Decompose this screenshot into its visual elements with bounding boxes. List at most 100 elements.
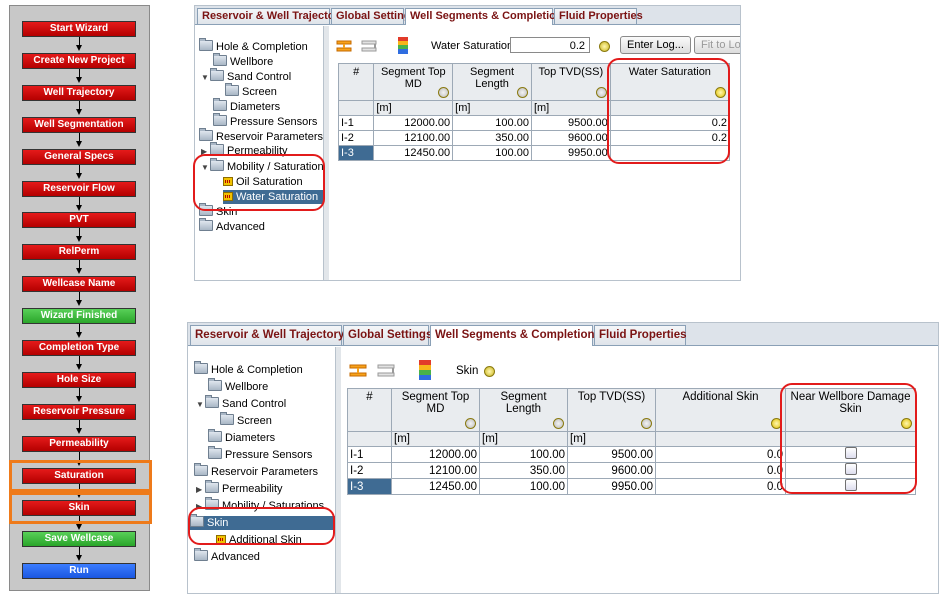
tree-node-reservoir-parameters[interactable]: Reservoir Parameters [194,463,318,479]
tree-node-wellbore[interactable]: Wellbore [213,53,273,69]
cell-segment-top-md[interactable]: 12100.00 [391,462,480,479]
info-icon[interactable] [438,87,450,98]
tree-node-pressure-sensors[interactable]: Pressure Sensors [213,113,317,129]
tab-well-segments-completions[interactable]: Well Segments & Completions [430,325,601,346]
highlight-tree-mobility [193,154,325,211]
column-header-row-number[interactable]: # [337,63,375,101]
column-header-segment-top-md[interactable]: Segment Top MD [391,388,480,432]
tree-node-diameters[interactable]: Diameters [213,98,280,114]
wizard-step-create-new-project[interactable]: Create New Project [22,52,136,69]
tree-node-diameters[interactable]: Diameters [208,429,275,445]
cell-top-tvd-ss[interactable]: 9950.00 [530,145,611,161]
enter-log-button[interactable]: Enter Log... [620,36,691,54]
cell-top-tvd-ss[interactable]: 9500.00 [530,115,611,131]
cell-top-tvd-ss[interactable]: 9600.00 [530,130,611,146]
collapse-arrow-icon[interactable]: ▶ [196,483,205,497]
tree-node-screen[interactable]: Screen [225,83,277,99]
cell-segment-length[interactable]: 350.00 [479,462,568,479]
info-icon[interactable] [516,87,528,98]
wizard-step-wizard-finished[interactable]: Wizard Finished [22,308,136,325]
color-scale-icon[interactable] [418,359,432,381]
wizard-step-wellcase-name[interactable]: Wellcase Name [22,276,136,293]
info-icon[interactable] [553,418,564,429]
tab-global-settings[interactable]: Global Settings [343,325,432,345]
cell-segment-top-md[interactable]: 12100.00 [373,130,454,146]
tree-node-advanced[interactable]: Advanced [194,548,260,564]
expand-arrow-icon[interactable]: ▼ [201,71,210,85]
info-icon[interactable] [641,418,652,429]
delete-row-icon[interactable] [360,38,382,54]
cell-segment-top-md[interactable]: 12450.00 [391,478,480,495]
cell-additional-skin[interactable]: 0.0 [655,478,786,495]
wizard-step-permeability[interactable]: Permeability [22,435,136,452]
tree-node-hole-completion[interactable]: Hole & Completion [194,361,303,377]
folder-icon [208,378,222,391]
unit-cell: [m] [391,431,480,447]
cell-additional-skin[interactable]: 0.0 [655,446,786,463]
column-header-top-tvd-ss[interactable]: Top TVD(SS) [530,63,611,101]
cell-segment-top-md[interactable]: 12000.00 [391,446,480,463]
tree-node-hole-completion[interactable]: Hole & Completion [199,38,308,54]
wizard-step-save-wellcase[interactable]: Save Wellcase [22,531,136,548]
cell-segment-top-md[interactable]: 12450.00 [373,145,454,161]
info-icon[interactable] [484,366,495,377]
info-icon[interactable] [599,41,610,52]
water-saturation-input[interactable]: 0.2 [510,37,590,53]
tree-node-wellbore[interactable]: Wellbore [208,378,268,394]
insert-row-icon[interactable] [348,362,372,380]
row-id-cell: I-1 [337,115,375,131]
tree-scrollbar[interactable] [335,347,341,593]
column-header-segment-length[interactable]: Segment Length [452,63,532,101]
tree-node-sand-control[interactable]: ▼ Sand Control [201,68,291,85]
cell-segment-length[interactable]: 100.00 [452,145,532,161]
column-header-segment-top-md[interactable]: Segment Top MD [373,63,454,101]
wizard-step-well-segmentation[interactable]: Well Segmentation [22,116,136,133]
tree-node-reservoir-parameters[interactable]: Reservoir Parameters [199,128,323,144]
wizard-step-run[interactable]: Run [22,563,136,580]
insert-row-icon[interactable] [335,38,357,54]
unit-cell: [m] [452,100,532,116]
folder-icon [210,68,224,81]
tab-reservoir-well-trajectory[interactable]: Reservoir & Well Trajectory [190,325,344,345]
cell-segment-top-md[interactable]: 12000.00 [373,115,454,131]
tab-reservoir-well-trajectory[interactable]: Reservoir & Well Trajectory [197,8,345,24]
cell-segment-length[interactable]: 100.00 [479,478,568,495]
column-header-segment-length[interactable]: Segment Length [479,388,568,432]
tab-global-settings[interactable]: Global Settings [331,8,417,24]
cell-additional-skin[interactable]: 0.0 [655,462,786,479]
wizard-step-relperm[interactable]: RelPerm [22,244,136,261]
tree-node-permeability[interactable]: ▶ Permeability [196,480,283,497]
column-header-row-number[interactable]: # [347,388,392,432]
column-header-additional-skin[interactable]: Additional Skin [655,388,786,432]
tree-scrollbar[interactable] [323,26,329,280]
cell-top-tvd-ss[interactable]: 9600.00 [567,462,656,479]
info-icon[interactable] [465,418,476,429]
tab-fluid-properties[interactable]: Fluid Properties [594,325,687,345]
wizard-step-completion-type[interactable]: Completion Type [22,340,136,356]
info-icon[interactable] [595,87,607,98]
cell-segment-length[interactable]: 350.00 [452,130,532,146]
column-header-label: # [366,391,373,403]
column-header-top-tvd-ss[interactable]: Top TVD(SS) [567,388,656,432]
wizard-step-well-trajectory[interactable]: Well Trajectory [22,84,136,101]
expand-arrow-icon[interactable]: ▼ [196,398,205,412]
cell-top-tvd-ss[interactable]: 9500.00 [567,446,656,463]
unit-cell: [m] [567,431,656,447]
tab-well-segments-completions[interactable]: Well Segments & Completions [405,8,569,25]
wizard-step-general-specs[interactable]: General Specs [22,148,136,165]
cell-segment-length[interactable]: 100.00 [479,446,568,463]
cell-segment-length[interactable]: 100.00 [452,115,532,131]
delete-row-icon[interactable] [376,362,400,380]
wizard-step-reservoir-flow[interactable]: Reservoir Flow [22,180,136,197]
wizard-step-start-wizard[interactable]: Start Wizard [22,21,136,37]
wizard-step-pvt[interactable]: PVT [22,212,136,229]
cell-top-tvd-ss[interactable]: 9950.00 [567,478,656,495]
tree-node-screen[interactable]: Screen [220,412,272,428]
tree-node-pressure-sensors[interactable]: Pressure Sensors [208,446,312,462]
wizard-step-reservoir-pressure[interactable]: Reservoir Pressure [22,403,136,420]
tree-node-advanced[interactable]: Advanced [199,218,265,234]
color-scale-icon[interactable] [397,36,409,56]
wizard-step-hole-size[interactable]: Hole Size [22,371,136,388]
tree-node-sand-control[interactable]: ▼ Sand Control [196,395,286,412]
tab-fluid-properties[interactable]: Fluid Properties [554,8,643,24]
